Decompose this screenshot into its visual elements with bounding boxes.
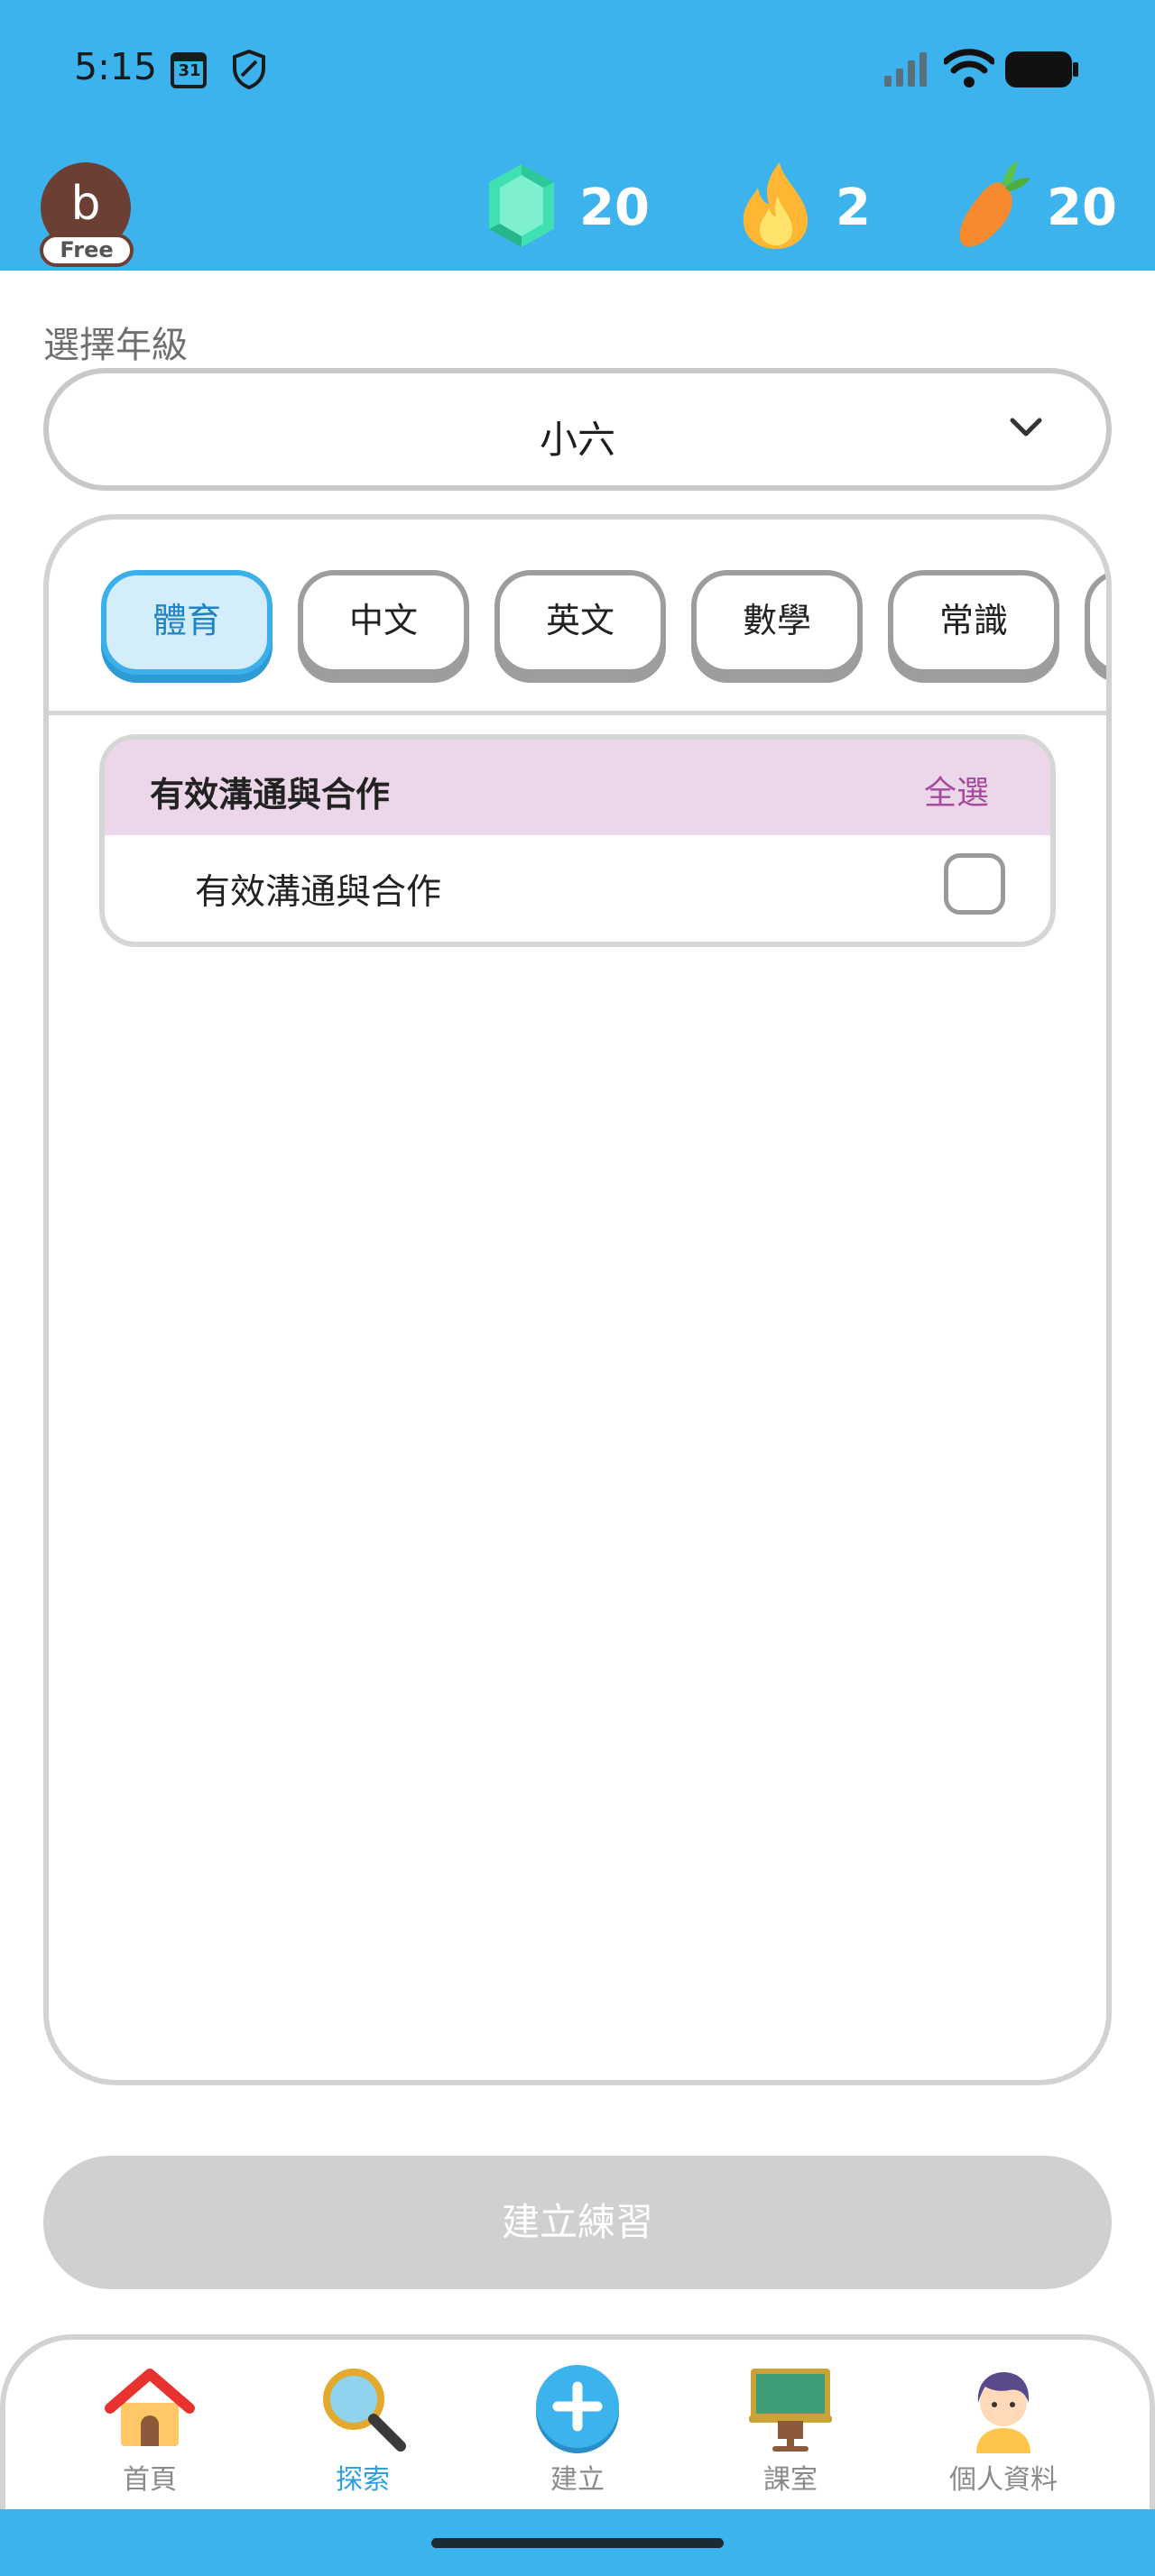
topic-item-label: 有效溝通與合作	[195, 872, 442, 913]
gem-count: 20	[579, 179, 650, 237]
add-icon	[487, 2363, 668, 2453]
calendar-day: 31	[178, 61, 201, 80]
create-practice-button[interactable]: 建立練習	[43, 2156, 1112, 2289]
tab-chinese[interactable]: 中文	[298, 570, 469, 675]
search-icon	[273, 2363, 453, 2453]
topic-group-header: 有效溝通與合作 全選	[105, 740, 1050, 835]
streak-count: 2	[836, 179, 871, 237]
tab-math[interactable]: 數學	[691, 570, 863, 675]
plan-badge: Free	[40, 234, 134, 267]
tab-pe[interactable]: 體育	[101, 570, 273, 675]
nav-home-label: 首頁	[123, 2464, 177, 2496]
nav-profile-label: 個人資料	[949, 2464, 1058, 2496]
tab-english[interactable]: 英文	[494, 570, 666, 675]
nav-explore[interactable]: 探索	[273, 2363, 453, 2497]
grade-selected-value: 小六	[539, 418, 615, 462]
topic-group: 有效溝通與合作 全選 有效溝通與合作	[99, 734, 1056, 947]
shield-icon	[231, 49, 267, 94]
signal-icon	[882, 51, 933, 90]
topic-item-checkbox[interactable]	[944, 853, 1005, 915]
wifi-icon	[942, 49, 996, 92]
classroom-icon	[700, 2363, 881, 2453]
grade-label: 選擇年級	[43, 325, 188, 366]
select-all-button[interactable]: 全選	[924, 767, 989, 814]
gem-icon	[485, 162, 558, 253]
subject-tabs: 體育 中文 英文 數學 常識	[49, 520, 1106, 715]
subject-panel: 體育 中文 英文 數學 常識 有效溝通與合作 全選 有效溝通與合作	[43, 514, 1112, 2085]
nav-classroom[interactable]: 課室	[700, 2363, 881, 2497]
status-time: 5:15	[74, 45, 158, 88]
nav-home[interactable]: 首頁	[60, 2363, 240, 2497]
nav-explore-label: 探索	[336, 2464, 390, 2496]
tab-general-studies[interactable]: 常識	[888, 570, 1059, 675]
grade-dropdown[interactable]: 小六	[43, 368, 1112, 491]
nav-create[interactable]: 建立	[487, 2363, 668, 2497]
tab-more[interactable]	[1085, 570, 1106, 675]
nav-classroom-label: 課室	[763, 2464, 818, 2496]
battery-icon	[1005, 51, 1079, 91]
carrot-count: 20	[1047, 179, 1117, 237]
flame-icon	[738, 161, 816, 254]
profile-icon	[913, 2363, 1094, 2453]
nav-create-label: 建立	[550, 2464, 605, 2496]
home-indicator[interactable]	[431, 2538, 724, 2548]
home-icon	[60, 2363, 240, 2453]
nav-profile[interactable]: 個人資料	[913, 2363, 1094, 2497]
carrot-icon	[951, 159, 1032, 256]
chevron-down-icon	[1009, 417, 1043, 442]
topic-group-title: 有效溝通與合作	[150, 775, 391, 814]
